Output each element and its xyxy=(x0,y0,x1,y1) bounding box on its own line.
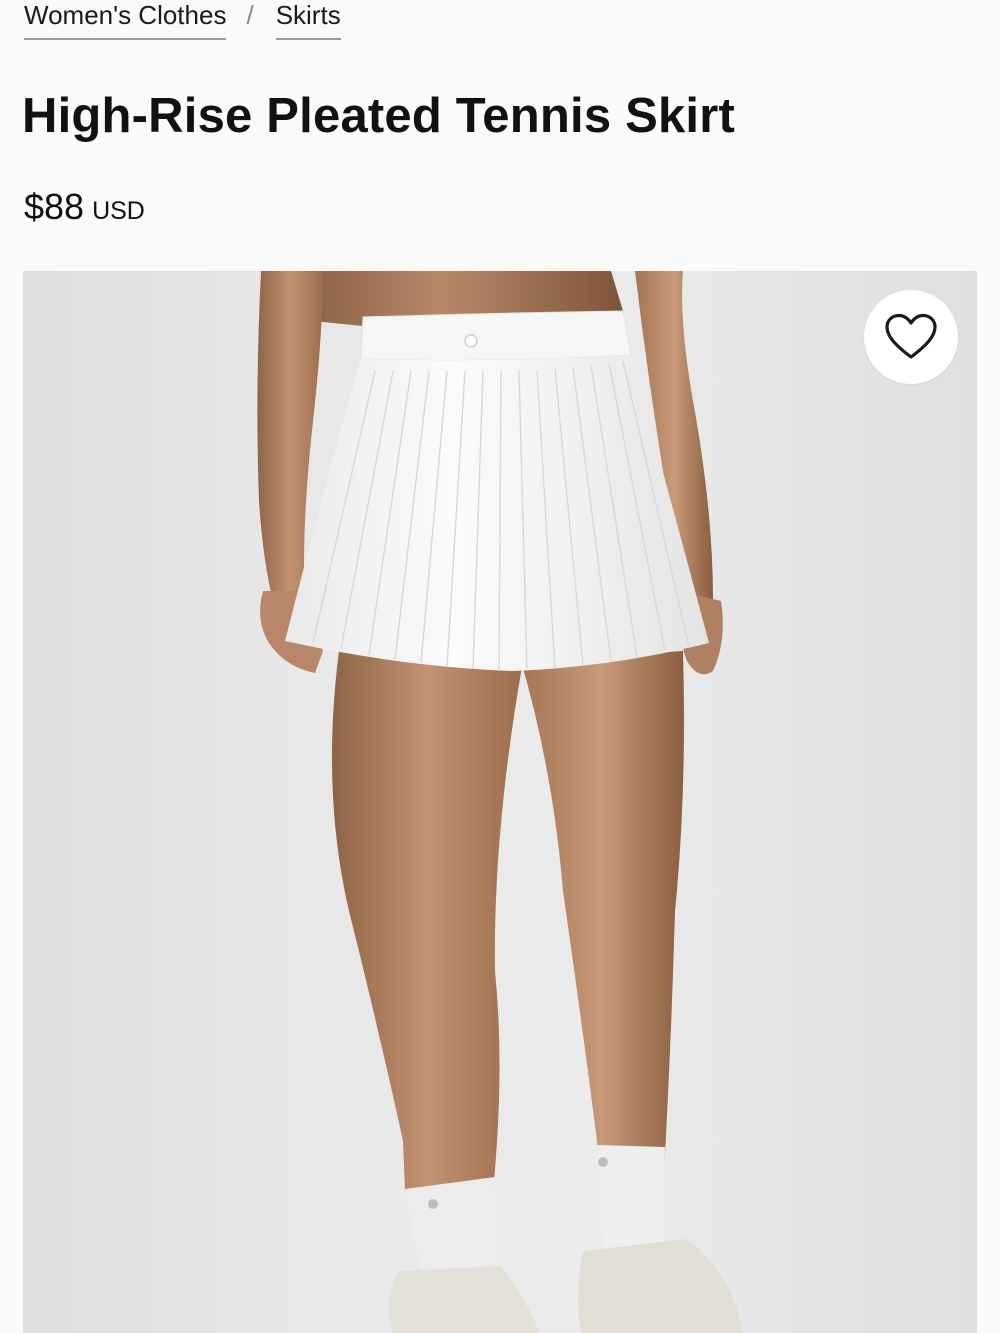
breadcrumb-skirts[interactable]: Skirts xyxy=(275,0,341,40)
heart-outline-icon xyxy=(883,312,939,362)
product-image-gallery[interactable] xyxy=(23,271,977,1333)
wishlist-button[interactable] xyxy=(864,290,958,384)
product-title: High-Rise Pleated Tennis Skirt xyxy=(22,89,736,143)
breadcrumb: Women's Clothes / Skirts xyxy=(24,0,341,44)
breadcrumb-womens-clothes[interactable]: Women's Clothes xyxy=(24,0,227,40)
breadcrumb-separator: / xyxy=(246,0,254,30)
product-photo xyxy=(257,271,743,1333)
product-price: $88 USD xyxy=(24,186,145,228)
price-currency: USD xyxy=(92,197,145,225)
price-amount: $88 xyxy=(24,186,85,227)
product-page: Women's Clothes / Skirts High-Rise Pleat… xyxy=(0,0,1000,1333)
